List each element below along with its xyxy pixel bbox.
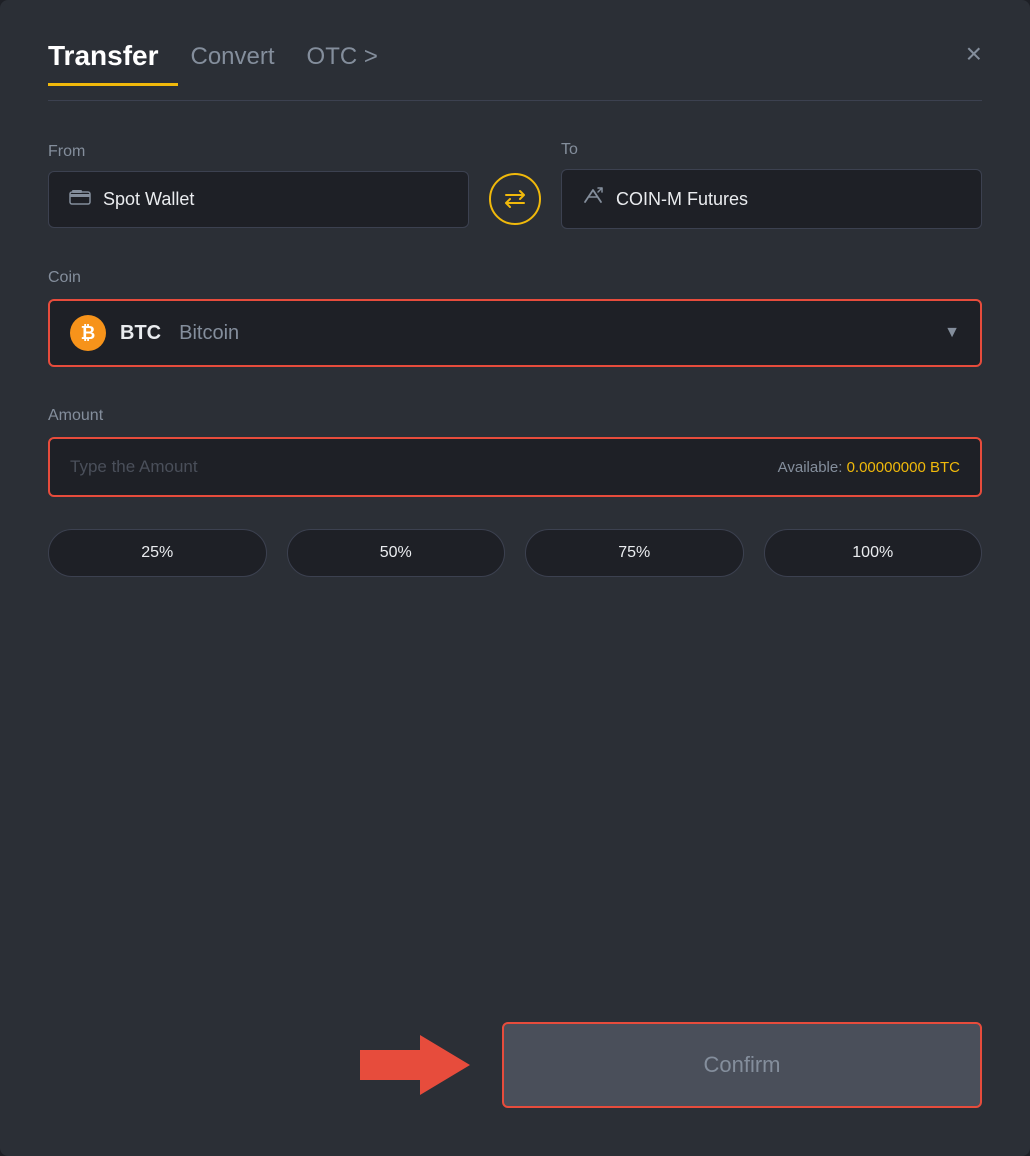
coin-symbol: BTC (120, 322, 161, 345)
coin-section: Coin ₿ BTC Bitcoin ▼ (48, 269, 982, 407)
to-label: To (561, 141, 982, 159)
coin-label: Coin (48, 269, 982, 287)
to-column: To COIN-M Futures (561, 141, 982, 229)
from-wallet-box[interactable]: Spot Wallet (48, 171, 469, 228)
to-wallet-box[interactable]: COIN-M Futures (561, 169, 982, 229)
from-column: From Spot Wallet (48, 143, 469, 228)
swap-button[interactable] (489, 173, 541, 225)
close-button[interactable]: × (966, 40, 982, 68)
percent-25-button[interactable]: 25% (48, 529, 267, 577)
to-wallet-name: COIN-M Futures (616, 189, 748, 210)
confirm-row: Confirm (48, 1022, 982, 1108)
modal-header: Transfer Convert OTC > × (48, 40, 982, 86)
confirm-button[interactable]: Confirm (502, 1022, 982, 1108)
amount-input-box[interactable]: Type the Amount Available: 0.00000000 BT… (48, 437, 982, 497)
header-divider (48, 100, 982, 101)
wallet-icon (69, 188, 91, 211)
from-to-row: From Spot Wallet To (48, 141, 982, 229)
amount-label: Amount (48, 407, 982, 425)
transfer-modal: Transfer Convert OTC > × From Spot Walle… (0, 0, 1030, 1156)
tab-convert[interactable]: Convert (191, 43, 275, 83)
from-wallet-name: Spot Wallet (103, 189, 194, 210)
tab-transfer[interactable]: Transfer (48, 40, 159, 83)
percent-50-button[interactable]: 50% (287, 529, 506, 577)
percent-row: 25% 50% 75% 100% (48, 529, 982, 577)
btc-icon: ₿ (70, 315, 106, 351)
available-label: Available: (778, 459, 843, 476)
percent-100-button[interactable]: 100% (764, 529, 983, 577)
tab-otc[interactable]: OTC > (307, 43, 378, 83)
chevron-down-icon: ▼ (944, 324, 960, 342)
coin-full-name: Bitcoin (179, 322, 239, 345)
available-text: Available: 0.00000000 BTC (778, 459, 960, 476)
swap-container (469, 145, 561, 225)
futures-icon (582, 186, 604, 212)
amount-section: Amount Type the Amount Available: 0.0000… (48, 407, 982, 529)
percent-75-button[interactable]: 75% (525, 529, 744, 577)
amount-placeholder: Type the Amount (70, 457, 198, 477)
available-value: 0.00000000 BTC (847, 459, 960, 476)
tab-underline (48, 83, 178, 86)
coin-selector[interactable]: ₿ BTC Bitcoin ▼ (48, 299, 982, 367)
from-label: From (48, 143, 469, 161)
arrow-indicator (350, 1025, 470, 1105)
